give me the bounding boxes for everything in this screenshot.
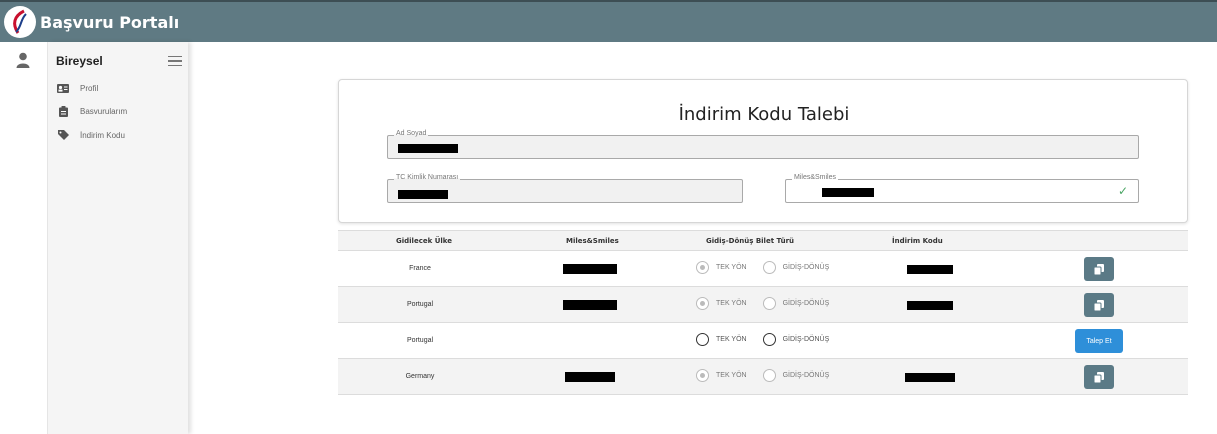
round-trip-radio[interactable] [762, 369, 776, 382]
check-icon: ✓ [1117, 184, 1128, 198]
miles-field-label: Miles&Smiles [792, 173, 839, 183]
top-bar: Başvuru Portalı [0, 0, 1217, 42]
ticket-type-radios: TEK YÖN GİDİŞ-DÖNÜŞ [696, 369, 845, 382]
tc-field[interactable]: TC Kimlik Numarası [387, 173, 743, 203]
menu-icon[interactable] [168, 55, 182, 67]
country-cell: Portugal [406, 301, 434, 308]
country-cell: France [409, 265, 431, 272]
logo-icon [4, 6, 36, 38]
copy-button[interactable] [1084, 293, 1114, 317]
table-row: France TEK YÖN GİDİŞ-DÖNÜŞ [338, 251, 1188, 287]
sidebar-item-label: Basvurularım [80, 106, 128, 116]
one-way-label: TEK YÖN [716, 300, 747, 307]
ticket-type-radios: TEK YÖN GİDİŞ-DÖNÜŞ [696, 297, 845, 310]
name-field[interactable]: Ad Soyad [387, 129, 1139, 159]
form-title: İndirim Kodu Talebi [678, 104, 850, 125]
one-way-radio[interactable] [696, 297, 709, 310]
name-redacted-value [398, 144, 458, 153]
discount-code-table: Gidilecek Ülke Miles&Smiles Gidiş-Dönüş … [338, 230, 1188, 395]
user-icon[interactable] [16, 52, 30, 73]
code-redacted-cell [907, 301, 953, 310]
one-way-radio[interactable] [696, 333, 709, 346]
copy-icon [1094, 263, 1104, 275]
one-way-label: TEK YÖN [716, 264, 747, 271]
table-row: Portugal TEK YÖN GİDİŞ-DÖNÜŞ [338, 287, 1188, 323]
code-redacted-cell [905, 373, 955, 382]
sidebar-item-label: İndirim Kodu [80, 130, 125, 140]
tc-field-label: TC Kimlik Numarası [394, 173, 461, 183]
sidebar-title: Bireysel [56, 54, 103, 68]
round-trip-label: GİDİŞ-DÖNÜŞ [782, 300, 830, 307]
clipboard-icon [56, 105, 70, 117]
one-way-radio[interactable] [696, 369, 709, 382]
sidebar-header: Bireysel [56, 54, 184, 68]
country-cell: Portugal [406, 337, 434, 344]
table-row: Germany TEK YÖN GİDİŞ-DÖNÜŞ [338, 359, 1188, 395]
round-trip-label: GİDİŞ-DÖNÜŞ [782, 264, 830, 271]
country-cell: Germany [405, 373, 435, 380]
round-trip-radio[interactable] [762, 261, 776, 274]
miles-redacted-cell [563, 264, 617, 274]
code-redacted-cell [907, 265, 953, 274]
one-way-radio[interactable] [696, 261, 709, 274]
one-way-label: TEK YÖN [716, 372, 747, 379]
tag-icon [56, 130, 70, 140]
sidebar-item-profil[interactable]: Profil [56, 83, 98, 93]
miles-redacted-value [822, 188, 874, 197]
sidebar-item-basvurularim[interactable]: Basvurularım [56, 105, 128, 117]
discount-code-form-card: İndirim Kodu Talebi Ad Soyad TC Kimlik N… [338, 79, 1188, 223]
table-header: Gidilecek Ülke Miles&Smiles Gidiş-Dönüş … [338, 231, 1188, 251]
col-header-ticket-type: Gidiş-Dönüş Bilet Türü [706, 237, 795, 245]
one-way-label: TEK YÖN [716, 336, 747, 343]
app-title: Başvuru Portalı [40, 12, 180, 32]
round-trip-label: GİDİŞ-DÖNÜŞ [782, 336, 830, 343]
name-field-label: Ad Soyad [394, 129, 429, 139]
round-trip-radio[interactable] [762, 297, 776, 310]
round-trip-radio[interactable] [762, 333, 776, 346]
request-button[interactable]: Talep Et [1075, 329, 1123, 353]
table-row: Portugal TEK YÖN GİDİŞ-DÖNÜŞ Talep Et [338, 323, 1188, 359]
copy-button[interactable] [1084, 365, 1114, 389]
miles-redacted-cell [565, 372, 615, 382]
id-card-icon [56, 83, 70, 93]
left-icon-strip [0, 42, 48, 434]
col-header-code: İndirim Kodu [892, 237, 943, 245]
miles-redacted-cell [563, 300, 617, 310]
sidebar-item-indirim-kodu[interactable]: İndirim Kodu [56, 130, 125, 140]
tc-redacted-value [398, 190, 448, 199]
copy-icon [1094, 299, 1104, 311]
col-header-miles: Miles&Smiles [566, 237, 619, 245]
copy-button[interactable] [1084, 257, 1114, 281]
copy-icon [1094, 371, 1104, 383]
ticket-type-radios: TEK YÖN GİDİŞ-DÖNÜŞ [696, 261, 845, 274]
ticket-type-radios: TEK YÖN GİDİŞ-DÖNÜŞ [696, 333, 845, 346]
round-trip-label: GİDİŞ-DÖNÜŞ [782, 372, 830, 379]
sidebar-item-label: Profil [80, 83, 99, 93]
miles-field[interactable]: Miles&Smiles ✓ [785, 173, 1139, 203]
sidebar: Bireysel Profil Basvurularım İndirim Kod… [48, 42, 188, 434]
col-header-country: Gidilecek Ülke [396, 237, 452, 245]
